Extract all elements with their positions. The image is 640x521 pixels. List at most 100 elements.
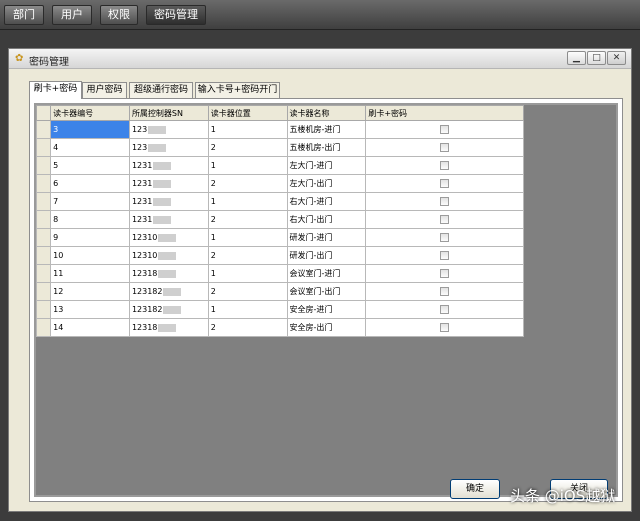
table-row[interactable]: 8 1231 2 右大门-出门	[35, 210, 524, 229]
row-header-cell[interactable]	[35, 174, 52, 193]
controller-sn-cell[interactable]: 1231	[128, 156, 209, 175]
card-password-cell[interactable]	[365, 318, 524, 337]
controller-sn-cell[interactable]: 12310	[128, 228, 209, 247]
reader-position-cell[interactable]: 2	[207, 210, 288, 229]
reader-id-cell[interactable]: 5	[50, 156, 130, 175]
reader-name-cell[interactable]: 五楼机房-进门	[286, 120, 367, 139]
row-header-cell[interactable]	[35, 192, 52, 211]
reader-position-cell[interactable]: 2	[207, 282, 288, 301]
controller-sn-cell[interactable]: 123182	[128, 282, 209, 301]
card-password-checkbox[interactable]	[440, 251, 450, 260]
reader-position-cell[interactable]: 1	[207, 192, 288, 211]
reader-id-cell[interactable]: 13	[50, 300, 130, 319]
reader-id-cell[interactable]: 14	[50, 318, 130, 337]
card-password-checkbox[interactable]	[440, 269, 450, 278]
reader-name-cell[interactable]: 研发门-出门	[286, 246, 367, 265]
reader-name-cell[interactable]: 右大门-进门	[286, 192, 367, 211]
row-header-cell[interactable]	[35, 264, 52, 283]
minimize-icon[interactable]: ▁	[567, 51, 586, 65]
nav-user-button[interactable]: 用户	[52, 5, 92, 25]
reader-id-cell[interactable]: 9	[50, 228, 130, 247]
table-row[interactable]: 7 1231 1 右大门-进门	[35, 192, 524, 211]
table-row[interactable]: 9 12310 1 研发门-进门	[35, 228, 524, 247]
ok-button[interactable]: 确定	[450, 479, 500, 499]
card-password-checkbox[interactable]	[440, 233, 450, 242]
close-icon[interactable]: ✕	[607, 51, 626, 65]
card-password-cell[interactable]	[365, 210, 524, 229]
card-password-cell[interactable]	[365, 264, 524, 283]
controller-sn-cell[interactable]: 1231	[128, 192, 209, 211]
reader-id-cell[interactable]: 12	[50, 282, 130, 301]
reader-id-cell[interactable]: 11	[50, 264, 130, 283]
card-password-cell[interactable]	[365, 246, 524, 265]
reader-name-cell[interactable]: 会议室门-出门	[286, 282, 367, 301]
window-titlebar[interactable]: ✿ 密码管理 ▁ □ ✕	[9, 49, 631, 69]
table-row[interactable]: 3 123 1 五楼机房-进门	[35, 120, 524, 139]
card-password-checkbox[interactable]	[440, 125, 450, 134]
controller-sn-cell[interactable]: 12318	[128, 318, 209, 337]
card-password-checkbox[interactable]	[440, 143, 450, 152]
tab-cardno-password-open[interactable]: 输入卡号+密码开门	[195, 82, 280, 98]
reader-id-cell[interactable]: 8	[50, 210, 130, 229]
card-password-cell[interactable]	[365, 228, 524, 247]
card-password-cell[interactable]	[365, 120, 524, 139]
reader-name-cell[interactable]: 五楼机房-出门	[286, 138, 367, 157]
controller-sn-cell[interactable]: 123	[128, 120, 209, 139]
table-row[interactable]: 12 123182 2 会议室门-出门	[35, 282, 524, 301]
controller-sn-cell[interactable]: 1231	[128, 174, 209, 193]
row-header-cell[interactable]	[35, 210, 52, 229]
tab-card-password[interactable]: 刷卡+密码	[29, 81, 82, 99]
card-password-checkbox[interactable]	[440, 161, 450, 170]
tab-super-password[interactable]: 超级通行密码	[129, 82, 193, 98]
reader-name-cell[interactable]: 右大门-出门	[286, 210, 367, 229]
card-password-cell[interactable]	[365, 282, 524, 301]
reader-position-cell[interactable]: 1	[207, 120, 288, 139]
table-row[interactable]: 4 123 2 五楼机房-出门	[35, 138, 524, 157]
table-row[interactable]: 6 1231 2 左大门-出门	[35, 174, 524, 193]
card-password-cell[interactable]	[365, 138, 524, 157]
reader-id-cell[interactable]: 3	[50, 120, 130, 139]
table-row[interactable]: 5 1231 1 左大门-进门	[35, 156, 524, 175]
column-header-controller-sn[interactable]: 所属控制器SN	[128, 105, 209, 121]
controller-sn-cell[interactable]: 12310	[128, 246, 209, 265]
card-password-checkbox[interactable]	[440, 197, 450, 206]
controller-sn-cell[interactable]: 12318	[128, 264, 209, 283]
maximize-icon[interactable]: □	[587, 51, 606, 65]
card-password-checkbox[interactable]	[440, 179, 450, 188]
card-password-cell[interactable]	[365, 192, 524, 211]
reader-name-cell[interactable]: 安全房-进门	[286, 300, 367, 319]
reader-position-cell[interactable]: 1	[207, 156, 288, 175]
table-row[interactable]: 13 123182 1 安全房-进门	[35, 300, 524, 319]
row-header-cell[interactable]	[35, 246, 52, 265]
controller-sn-cell[interactable]: 123182	[128, 300, 209, 319]
reader-name-cell[interactable]: 研发门-进门	[286, 228, 367, 247]
row-header-cell[interactable]	[35, 156, 52, 175]
row-header-cell[interactable]	[35, 282, 52, 301]
reader-id-cell[interactable]: 4	[50, 138, 130, 157]
row-header-cell[interactable]	[35, 228, 52, 247]
column-header-card-password[interactable]: 刷卡+密码	[365, 105, 524, 121]
card-password-cell[interactable]	[365, 300, 524, 319]
table-row[interactable]: 11 12318 1 会议室门-进门	[35, 264, 524, 283]
reader-name-cell[interactable]: 安全房-出门	[286, 318, 367, 337]
reader-id-cell[interactable]: 6	[50, 174, 130, 193]
card-password-cell[interactable]	[365, 156, 524, 175]
controller-sn-cell[interactable]: 123	[128, 138, 209, 157]
reader-position-cell[interactable]: 2	[207, 138, 288, 157]
row-header-cell[interactable]	[35, 120, 52, 139]
nav-password-management-button[interactable]: 密码管理	[146, 5, 206, 25]
tab-user-password[interactable]: 用户密码	[82, 82, 127, 98]
table-row[interactable]: 14 12318 2 安全房-出门	[35, 318, 524, 337]
card-password-cell[interactable]	[365, 174, 524, 193]
reader-name-cell[interactable]: 会议室门-进门	[286, 264, 367, 283]
reader-position-cell[interactable]: 2	[207, 174, 288, 193]
table-row[interactable]: 10 12310 2 研发门-出门	[35, 246, 524, 265]
column-header-reader-position[interactable]: 读卡器位置	[207, 105, 288, 121]
card-password-checkbox[interactable]	[440, 215, 450, 224]
reader-name-cell[interactable]: 左大门-进门	[286, 156, 367, 175]
controller-sn-cell[interactable]: 1231	[128, 210, 209, 229]
card-password-checkbox[interactable]	[440, 305, 450, 314]
reader-name-cell[interactable]: 左大门-出门	[286, 174, 367, 193]
column-header-reader-name[interactable]: 读卡器名称	[286, 105, 367, 121]
reader-position-cell[interactable]: 2	[207, 246, 288, 265]
